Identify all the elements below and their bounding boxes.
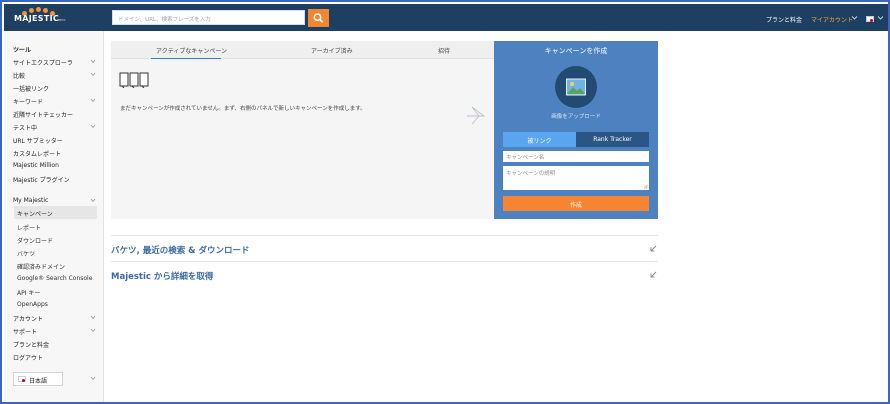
create-campaign-title: キャンペーンを作成 — [544, 47, 608, 55]
sidebar-item-compare[interactable]: 比較 — [13, 71, 25, 80]
expand-icon[interactable] — [650, 271, 657, 278]
language-label: 日本語 — [29, 378, 48, 385]
sidebar-item-plans[interactable]: プランと料金 — [13, 340, 49, 349]
sidebar-item-neighbourhood-checker[interactable]: 近隣サイトチェッカー — [13, 110, 73, 119]
tab-invitations[interactable]: 招待 — [438, 46, 450, 55]
segment-rank-tracker[interactable]: Rank Tracker — [576, 132, 649, 147]
resize-grip-icon[interactable] — [643, 184, 648, 189]
logo-text: MAJESTIC — [14, 14, 60, 23]
sidebar-item-reports[interactable]: レポート — [17, 223, 41, 232]
chevron-down-icon — [877, 16, 884, 20]
empty-state-message: まだキャンペーンが作成されていません。まず、右側のパネルで新しいキャンペーンを作… — [120, 106, 366, 112]
campaigns-list-area: まだキャンペーンが作成されていません。まず、右側のパネルで新しいキャンペーンを作… — [111, 59, 494, 219]
plans-link[interactable]: プランと料金 — [766, 15, 802, 24]
search-button[interactable] — [308, 9, 329, 27]
app-window: MAJESTIC BETA ドメイン、URL、検索フレーズを入力 プランと料金 … — [0, 0, 890, 404]
sidebar-item-keywords[interactable]: キーワード — [13, 97, 43, 106]
buckets-section-title[interactable]: バケツ, 最近の検索 & ダウンロード — [111, 244, 250, 256]
upload-image-button[interactable] — [555, 66, 597, 108]
chevron-down-icon — [851, 16, 858, 20]
segment-backlinks[interactable]: 被リンク — [503, 132, 576, 147]
chevron-down-icon[interactable] — [90, 72, 96, 77]
search-icon — [313, 13, 324, 23]
logo-beta: BETA — [58, 18, 66, 22]
chevron-down-icon[interactable] — [90, 376, 96, 381]
campaigns-panel: アクティブなキャンペーン アーカイブ済み 招待 まだキャンペーンが作成されていま… — [111, 41, 494, 219]
sidebar-item-api-keys[interactable]: API キー — [17, 288, 40, 297]
create-button[interactable]: 作成 — [503, 196, 649, 211]
sidebar-item-my-majestic[interactable]: My Majestic — [13, 197, 48, 204]
chevron-up-icon[interactable] — [90, 198, 96, 203]
language-selector[interactable]: 日本語 — [13, 372, 63, 386]
sidebar-item-account[interactable]: アカウント — [13, 314, 43, 323]
chevron-down-icon[interactable] — [90, 98, 96, 103]
section-divider — [111, 235, 658, 236]
sidebar-item-site-explorer[interactable]: サイトエクスプローラ — [13, 58, 73, 67]
create-campaign-panel: キャンペーンを作成 画像をアップロード 被リンク Rank Tracker キャ… — [494, 41, 658, 219]
sidebar-item-bulk-backlinks[interactable]: 一括被リンク — [13, 84, 49, 93]
sidebar-item-majestic-million[interactable]: Majestic Million — [13, 162, 59, 169]
paper-plane-icon — [467, 106, 486, 125]
search-input[interactable]: ドメイン、URL、検索フレーズを入力 — [112, 10, 305, 25]
sidebar-item-campaigns[interactable]: キャンペーン — [14, 206, 97, 219]
majestic-logo[interactable]: MAJESTIC BETA — [14, 7, 66, 28]
chevron-down-icon[interactable] — [90, 59, 96, 64]
chevron-down-icon[interactable] — [90, 328, 96, 333]
chevron-down-icon[interactable] — [90, 315, 96, 320]
campaign-stack-icon — [119, 72, 149, 88]
campaign-name-field[interactable]: キャンペーン名 — [503, 151, 649, 162]
tab-archived[interactable]: アーカイブ済み — [311, 46, 353, 55]
sidebar: ツール サイトエクスプローラ 比較 一括被リンク キーワード 近隣サイトチェッカ… — [4, 31, 104, 402]
sidebar-item-openapps[interactable]: OpenApps — [17, 301, 48, 308]
top-navigation-bar: MAJESTIC BETA ドメイン、URL、検索フレーズを入力 プランと料金 … — [4, 4, 888, 31]
sidebar-item-testing[interactable]: テスト中 — [13, 123, 37, 132]
campaign-description-field[interactable]: キャンペーンの説明 — [503, 166, 649, 190]
section-divider — [111, 261, 658, 262]
sidebar-item-verified-domains[interactable]: 確認済みドメイン — [17, 262, 65, 271]
upload-image-label[interactable]: 画像をアップロード — [494, 112, 658, 120]
sidebar-item-buckets[interactable]: バケツ — [17, 249, 35, 258]
sidebar-item-support[interactable]: サポート — [13, 327, 37, 336]
description-placeholder: キャンペーンの説明 — [506, 171, 556, 177]
sidebar-heading-tools: ツール — [13, 47, 32, 54]
sidebar-item-custom-reports[interactable]: カスタムレポート — [13, 149, 61, 158]
my-account-menu[interactable]: マイアカウント — [811, 15, 853, 24]
sidebar-item-search-console[interactable]: Google® Search Console — [17, 275, 92, 282]
sidebar-item-plugins[interactable]: Majestic プラグイン — [13, 175, 70, 184]
expand-icon[interactable] — [650, 245, 657, 252]
learn-more-section-title[interactable]: Majestic から詳細を取得 — [111, 270, 213, 282]
japan-flag-icon — [18, 376, 26, 382]
sidebar-item-logout[interactable]: ログアウト — [13, 353, 43, 362]
sidebar-item-downloads[interactable]: ダウンロード — [17, 236, 53, 245]
sidebar-item-url-submitter[interactable]: URL サブミッター — [13, 136, 63, 145]
image-icon — [566, 78, 586, 96]
language-flag-icon[interactable] — [866, 16, 874, 22]
chevron-down-icon[interactable] — [90, 124, 96, 129]
tab-active-campaigns[interactable]: アクティブなキャンペーン — [156, 46, 227, 55]
